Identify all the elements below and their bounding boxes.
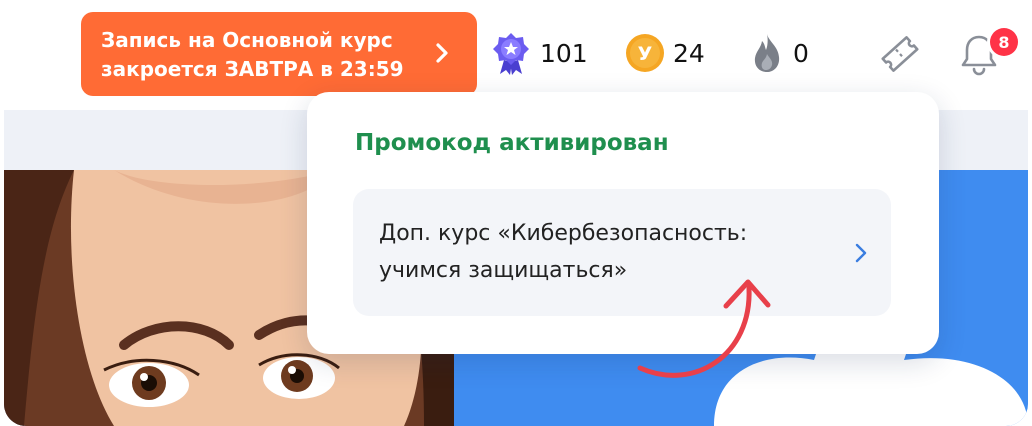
enrollment-deadline-button[interactable]: Запись на Основной курс закроется ЗАВТРА… [81,12,477,96]
bonus-course-line-2: учимся защищаться» [379,258,628,283]
notification-badge: 8 [990,28,1018,56]
medal-icon [493,33,529,75]
popup-title: Промокод активирован [355,130,669,156]
deadline-line-1: Запись на Основной курс [101,28,393,52]
coins-value: 24 [673,38,705,68]
chevron-right-icon [855,243,867,263]
chevron-right-icon [436,43,448,63]
deadline-line-2: закроется ЗАВТРА в 23:59 [101,57,404,81]
coin-icon: У [626,34,664,72]
bonus-course-line-1: Доп. курс «Кибербезопасность: [379,221,748,246]
bonus-course-item[interactable]: Доп. курс «Кибербезопасность: учимся защ… [353,189,891,316]
streak-counter[interactable]: 0 [749,30,809,76]
ticket-icon[interactable] [876,30,924,78]
app-frame: Запись на Основной курс закроется ЗАВТРА… [4,0,1028,426]
points-value: 101 [540,38,588,68]
bonus-course-label: Доп. курс «Кибербезопасность: учимся защ… [379,215,829,289]
coins-counter[interactable]: У 24 [625,30,705,76]
points-counter[interactable]: 101 [490,30,588,76]
promo-code-popup: Промокод активирован Доп. курс «Кибербез… [307,92,939,354]
coin-letter: У [638,43,653,65]
fire-icon [754,34,780,72]
streak-value: 0 [793,38,809,68]
